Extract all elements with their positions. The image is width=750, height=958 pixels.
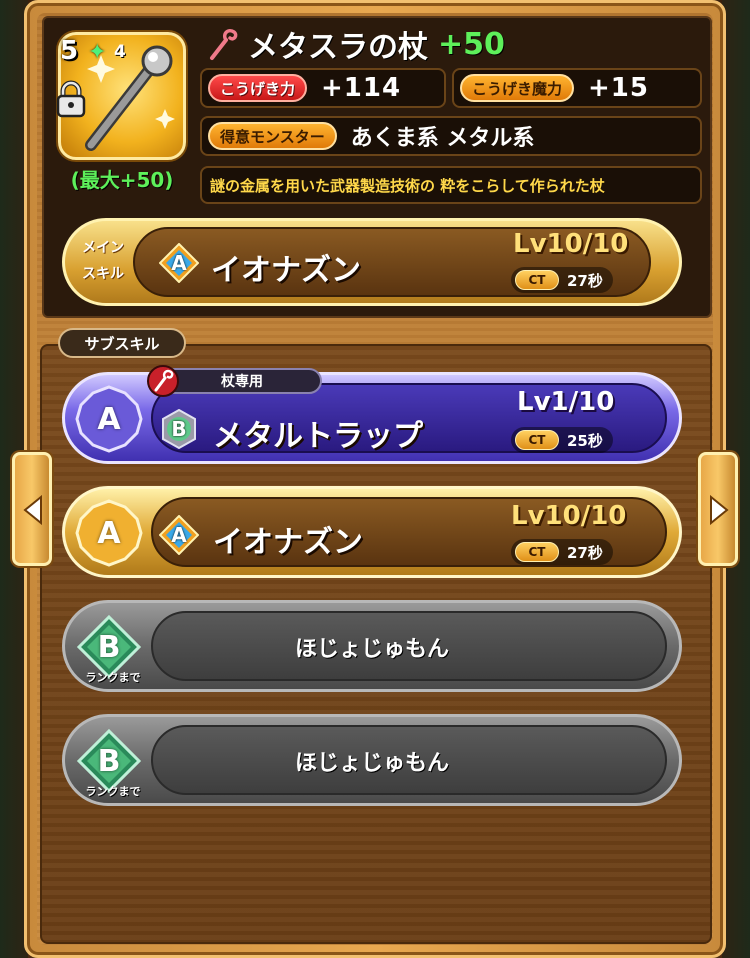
staff-type-icon	[210, 28, 238, 60]
sub-skill-2-slot-rank: A	[75, 499, 143, 567]
sub-skill-label: サブスキル	[58, 328, 186, 358]
staff-exclusive-icon	[146, 364, 180, 402]
monster-label: 得意モンスター	[208, 122, 337, 150]
sub-skill-4-name: ほじょじゅもん	[294, 751, 449, 776]
ct-badge: CT	[515, 542, 559, 562]
sub-skill-2-ct: CT 27秒	[511, 539, 613, 565]
attack-stat: こうげき力 +114	[200, 68, 446, 108]
monster-value: あくま系 メタル系	[350, 126, 535, 151]
exclusive-tag: 杖専用	[162, 368, 322, 394]
magic-value: +15	[588, 73, 649, 103]
weapon-plus-value: +50	[438, 26, 505, 62]
main-skill-rank-badge: A	[158, 242, 200, 284]
ct-badge: CT	[515, 270, 559, 290]
sub-skill-3-name: ほじょじゅもん	[294, 637, 449, 662]
sub-skill-3-caption: ランクまで	[85, 671, 141, 684]
weapon-name: メタスラの杖	[248, 30, 428, 65]
magic-label: こうげき魔力	[460, 74, 575, 102]
main-skill-ct: CT 27秒	[511, 267, 613, 293]
main-skill-ct-value: 27秒	[567, 271, 603, 290]
weapon-description: 謎の金属を用いた武器製造技術の 粋をこらして作られた杖	[200, 166, 702, 204]
next-button[interactable]	[698, 452, 738, 566]
sub-skill-2-level: Lv10/10	[511, 501, 627, 531]
sub-skill-slot-2[interactable]: A A イオナズン Lv10/10 CT 27秒	[62, 486, 682, 578]
arrow-right-icon	[710, 495, 729, 525]
main-skill-name: イオナズン	[211, 253, 361, 288]
sub-skill-1-ct: CT 25秒	[511, 427, 613, 453]
weapon-title-row: メタスラの杖 +50	[204, 24, 505, 65]
monster-stat: 得意モンスター あくま系 メタル系	[200, 116, 702, 156]
star-count: 4	[114, 42, 126, 62]
sub-skill-2-rank-badge: A	[158, 514, 200, 556]
prev-button[interactable]	[12, 452, 52, 566]
sub-skill-2-ct-value: 27秒	[567, 543, 603, 562]
magic-stat: こうげき魔力 +15	[452, 68, 702, 108]
sub-skill-slot-4[interactable]: B ランクまで ほじょじゅもん	[62, 714, 682, 806]
sub-skill-1-slot-rank: A	[75, 385, 143, 453]
main-skill-level: Lv10/10	[513, 229, 629, 259]
weapon-rank-number: 5	[60, 36, 79, 66]
main-skill-tag: メイン スキル	[82, 240, 124, 282]
sub-skill-4-caption: ランクまで	[85, 785, 141, 798]
max-plus-label: (最大+50)	[70, 168, 174, 192]
sub-skill-2-name: イオナズン	[213, 525, 363, 560]
sub-skill-1-rank-badge: B	[159, 408, 199, 450]
sub-skill-slot-3[interactable]: B ランクまで ほじょじゅもん	[62, 600, 682, 692]
sub-skill-1-level: Lv1/10	[517, 387, 615, 417]
lock-icon[interactable]	[54, 80, 88, 122]
attack-value: +114	[321, 73, 402, 103]
sub-skill-1-name: メタルトラップ	[213, 419, 423, 454]
arrow-left-icon	[23, 495, 42, 525]
ct-badge: CT	[515, 430, 559, 450]
main-skill-bar[interactable]: メイン スキル A イオナズン Lv10/10 CT 27秒	[62, 218, 682, 306]
attack-label: こうげき力	[208, 74, 308, 102]
star-icon: ✦	[88, 40, 107, 65]
sub-skill-1-ct-value: 25秒	[567, 431, 603, 450]
